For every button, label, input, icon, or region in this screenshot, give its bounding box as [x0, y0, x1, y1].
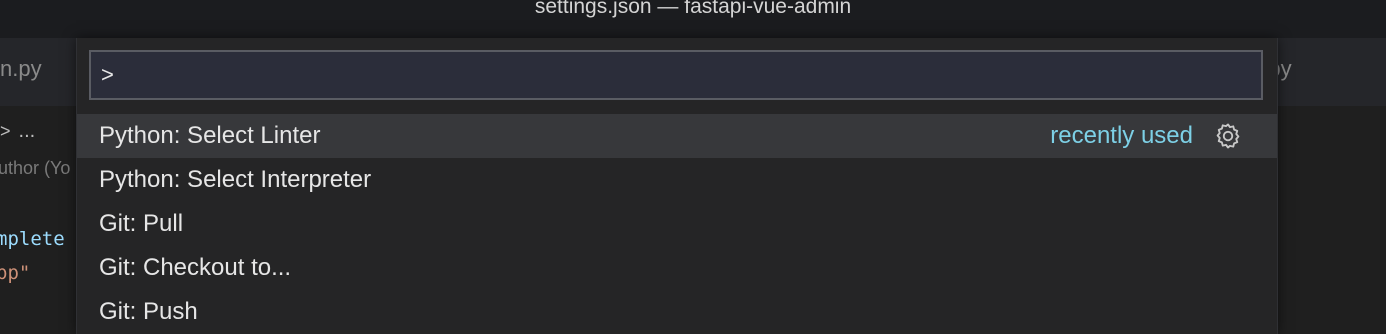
- git-blame-annotation: uthor (Yo: [0, 158, 71, 178]
- command-item-git-push[interactable]: Git: Push: [77, 290, 1277, 334]
- chevron-right-icon: >: [0, 121, 11, 141]
- command-label: Git: Pull: [99, 210, 184, 237]
- command-label: Git: Checkout to...: [99, 254, 292, 281]
- command-item-git-pull[interactable]: Git: Pull: [77, 202, 1277, 246]
- code-line: pp": [0, 262, 31, 284]
- command-palette: Python: Select Linter recently used Pyth…: [76, 38, 1278, 334]
- gear-icon[interactable]: [1213, 121, 1243, 151]
- title-bar: settings.json — fastapi-vue-admin: [0, 0, 1386, 38]
- command-item-select-interpreter[interactable]: Python: Select Interpreter: [77, 158, 1277, 202]
- editor-tab-left[interactable]: n.py: [0, 56, 42, 82]
- window-title: settings.json — fastapi-vue-admin: [534, 0, 852, 18]
- command-item-git-checkout[interactable]: Git: Checkout to...: [77, 246, 1277, 290]
- command-input-box: [89, 50, 1263, 100]
- code-line: mplete: [0, 228, 65, 250]
- breadcrumb: > ...: [0, 120, 35, 143]
- command-label: Python: Select Linter: [99, 122, 321, 149]
- command-input[interactable]: [91, 52, 1261, 98]
- command-item-meta: recently used: [1050, 121, 1243, 151]
- breadcrumb-more[interactable]: ...: [19, 120, 36, 143]
- command-item-select-linter[interactable]: Python: Select Linter recently used: [77, 114, 1277, 158]
- recently-used-label: recently used: [1050, 122, 1193, 149]
- command-label: Git: Push: [99, 298, 198, 325]
- app-window: settings.json — fastapi-vue-admin n.py g…: [0, 0, 1386, 334]
- command-label: Python: Select Interpreter: [99, 166, 372, 193]
- command-list: Python: Select Linter recently used Pyth…: [77, 114, 1277, 334]
